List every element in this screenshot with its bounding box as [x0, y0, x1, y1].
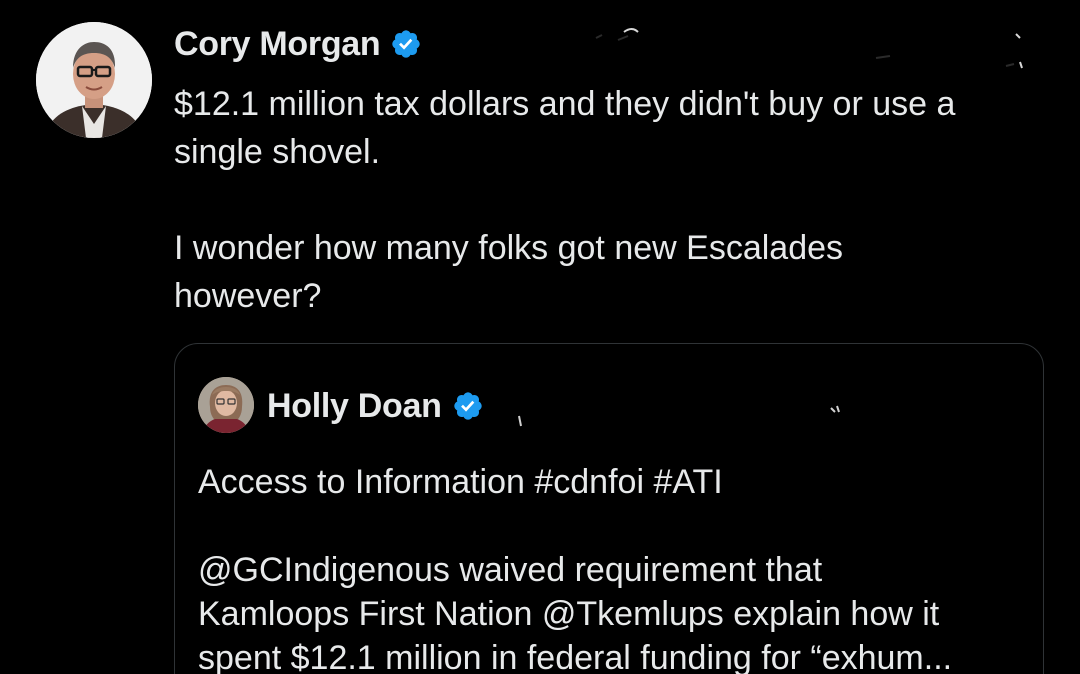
- quote-author-row: Holly Doan: [267, 384, 484, 428]
- redacted-handle: [446, 22, 1028, 76]
- author-row: Cory Morgan: [174, 22, 422, 66]
- verified-badge-icon: [452, 390, 484, 422]
- verified-badge-icon: [390, 28, 422, 60]
- tweet-text-line: $12.1 million tax dollars and they didn'…: [174, 85, 956, 123]
- redacted-handle: [515, 388, 845, 432]
- person-headshot-avatar-icon: [36, 22, 152, 138]
- quote-author-name[interactable]: Holly Doan: [267, 387, 442, 426]
- author-avatar[interactable]: [36, 22, 152, 138]
- quoted-tweet-card[interactable]: Holly Doan Access to Information #cdnfoi…: [174, 343, 1044, 674]
- quote-text-line: spent $12.1 million in federal funding f…: [198, 639, 953, 674]
- quote-text-line: Kamloops First Nation @Tkemlups explain …: [198, 595, 940, 633]
- person-headshot-avatar-icon: [198, 377, 254, 433]
- quote-text-line: @GCIndigenous waived requirement that: [198, 551, 823, 589]
- tweet-text-line: however?: [174, 277, 322, 315]
- tweet-text-line: [174, 176, 1044, 224]
- author-name[interactable]: Cory Morgan: [174, 25, 381, 64]
- quote-text-line: Access to Information #cdnfoi #ATI: [198, 463, 723, 501]
- quote-text: Access to Information #cdnfoi #ATI @GCIn…: [198, 460, 1028, 674]
- quote-text-line: [198, 504, 1028, 548]
- tweet-text-line: I wonder how many folks got new Escalade…: [174, 229, 844, 267]
- tweet-text: $12.1 million tax dollars and they didn'…: [174, 80, 1044, 320]
- tweet-text-line: single shovel.: [174, 133, 381, 171]
- quote-author-avatar[interactable]: [198, 377, 254, 433]
